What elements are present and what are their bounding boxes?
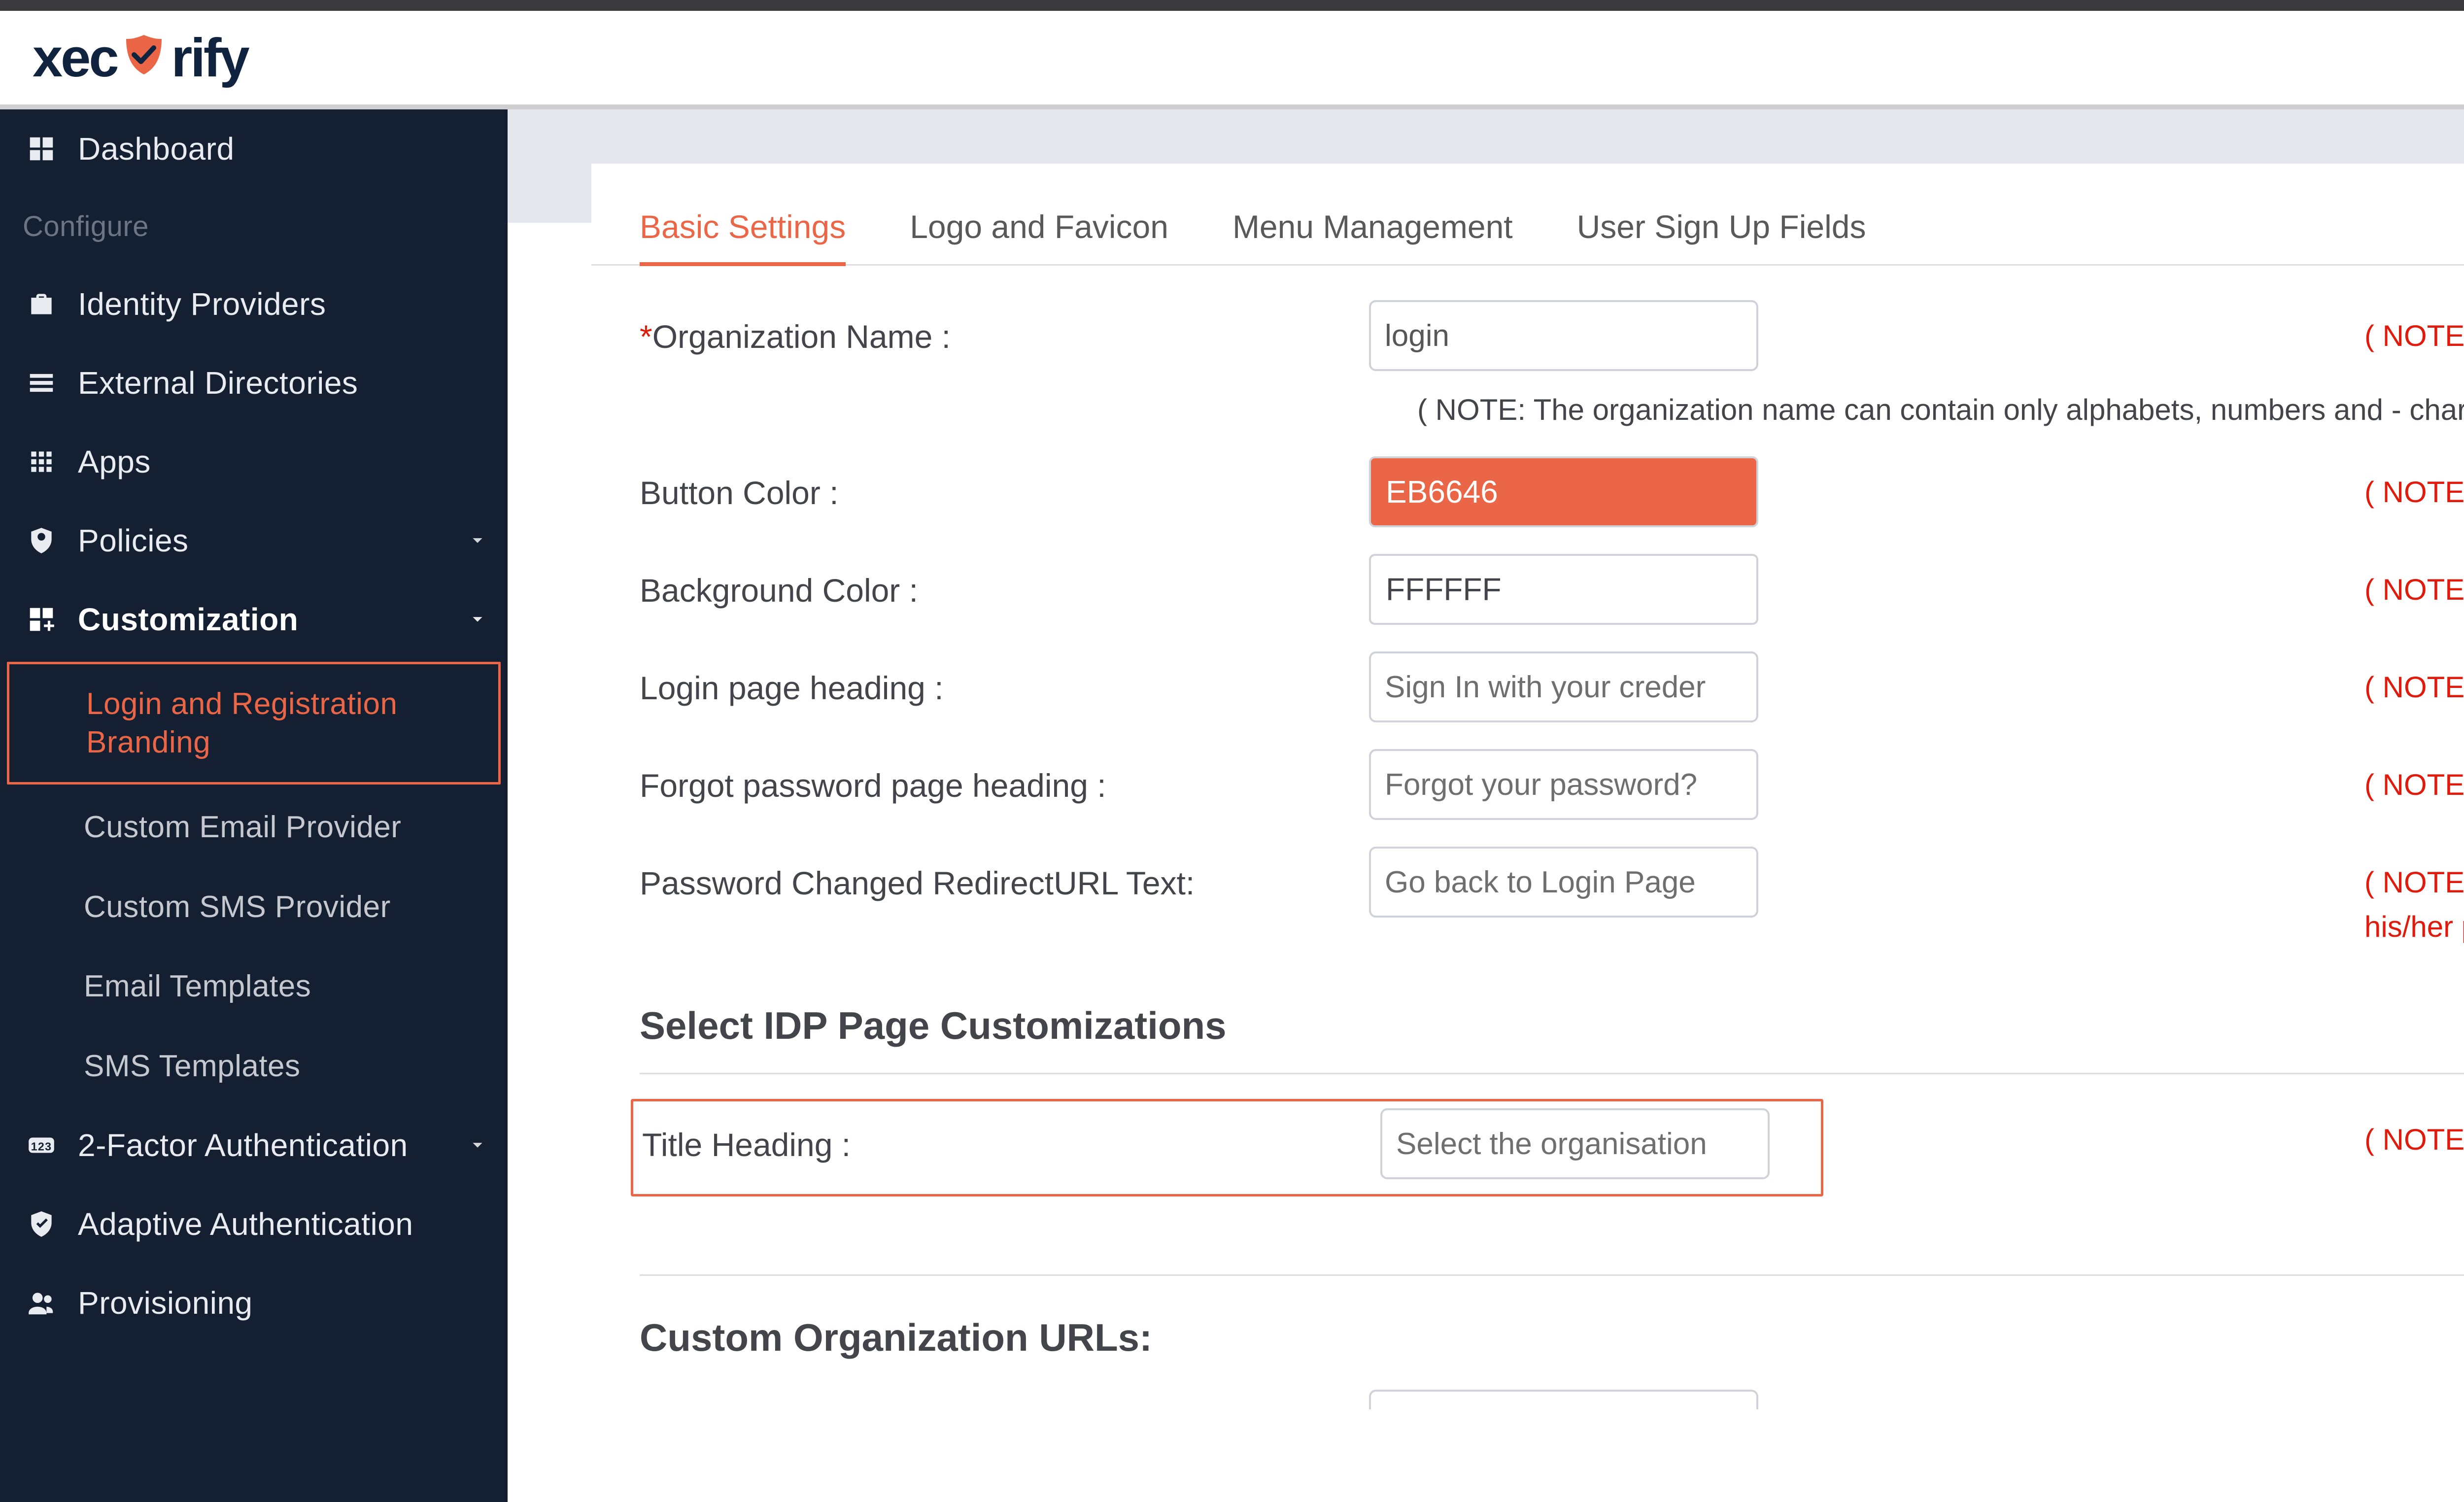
field-note: ( NOTE: On clicking this text, the user … <box>1758 847 2464 949</box>
sidebar-item-dashboard[interactable]: Dashboard <box>0 109 508 188</box>
sidebar-item-label: SMS Templates <box>84 1049 301 1083</box>
section-idp-title: Select IDP Page Customizations <box>591 949 2464 1073</box>
users-icon <box>23 1284 60 1322</box>
field-label: Button Color : <box>640 475 839 511</box>
main-panel: Basic Settings Logo and Favicon Menu Man… <box>508 109 2464 1502</box>
field-note: ( NOTE: All your custom urls will be bas… <box>1758 300 2464 358</box>
sidebar-item-label: Policies <box>78 522 448 559</box>
sidebar-item-label: Apps <box>78 444 489 480</box>
title-heading-input[interactable] <box>1380 1108 1770 1179</box>
field-note: ( NOTE: This text will appear on top of … <box>1758 749 2464 807</box>
tabs: Basic Settings Logo and Favicon Menu Man… <box>591 178 2464 266</box>
sidebar-item-provisioning[interactable]: Provisioning <box>0 1263 508 1342</box>
sidebar-item-label: Adaptive Authentication <box>78 1206 489 1242</box>
shield-outline-icon <box>23 522 60 559</box>
color-value: EB6646 <box>1386 474 1498 510</box>
sidebar-customization-sublist: Login and Registration Branding Custom E… <box>0 659 508 1106</box>
content-card: Basic Settings Logo and Favicon Menu Man… <box>591 164 2464 1502</box>
row-login-heading: Login page heading : ( NOTE: This text w… <box>640 651 2464 749</box>
sidebar-item-label: Customization <box>78 601 448 638</box>
pwd-redirect-input[interactable] <box>1369 847 1758 918</box>
row-title-heading: Title Heading : <box>631 1099 1823 1196</box>
row-background-color: Background Color : FFFFFF ( NOTE: Define… <box>640 554 2464 651</box>
shield-icon <box>120 29 168 91</box>
two-factor-icon: 123 <box>23 1126 60 1164</box>
sidebar-item-policies[interactable]: Policies <box>0 501 508 580</box>
field-note: ( NOTE: This text will appear on top of … <box>1758 651 2464 710</box>
tab-user-signup[interactable]: User Sign Up Fields <box>1577 208 1866 266</box>
sidebar-item-label: Dashboard <box>78 131 489 167</box>
sidebar-item-2fa[interactable]: 123 2-Factor Authentication <box>0 1106 508 1185</box>
sidebar: Dashboard Configure Identity Providers E… <box>0 109 508 1502</box>
sidebar-sub-sms-templates[interactable]: SMS Templates <box>0 1026 508 1106</box>
tab-label: User Sign Up Fields <box>1577 208 1866 245</box>
section-org-urls-title: Custom Organization URLs: <box>591 1276 2464 1385</box>
field-label: Background Color : <box>640 572 918 609</box>
app-header: xec rify <box>0 11 2464 109</box>
sidebar-item-label: Custom Email Provider <box>84 810 401 844</box>
row-org-name: *Organization Name : ( NOTE: All your cu… <box>640 300 2464 398</box>
row-forgot-heading: Forgot password page heading : ( NOTE: T… <box>640 749 2464 847</box>
sidebar-sub-email-templates[interactable]: Email Templates <box>0 947 508 1026</box>
dashboard-icon <box>23 130 60 168</box>
org-name-subnote: ( NOTE: The organization name can contai… <box>640 393 2464 427</box>
field-note: ( NOTE: Define a color that will be appl… <box>1758 554 2464 612</box>
sidebar-item-label: Custom SMS Provider <box>84 890 391 924</box>
tab-label: Menu Management <box>1232 208 1513 245</box>
button-color-swatch[interactable]: EB6646 <box>1369 456 1758 527</box>
sidebar-item-adaptive-auth[interactable]: Adaptive Authentication <box>0 1185 508 1263</box>
row-button-color: Button Color : EB6646 ( NOTE: Define a c… <box>640 456 2464 554</box>
field-note: ( NOTE: This is the welcome text that th… <box>1758 1104 2464 1162</box>
login-heading-input[interactable] <box>1369 651 1758 722</box>
briefcase-icon <box>23 285 60 323</box>
brand-logo[interactable]: xec rify <box>33 27 248 89</box>
apps-icon <box>23 443 60 480</box>
grid-plus-icon <box>23 601 60 638</box>
chevron-down-icon <box>466 1127 489 1163</box>
brand-text-part1: xec <box>33 27 117 89</box>
sidebar-item-label: Identity Providers <box>78 286 489 322</box>
sidebar-item-customization[interactable]: Customization <box>0 580 508 659</box>
tab-menu-management[interactable]: Menu Management <box>1232 208 1513 266</box>
sidebar-item-label: Provisioning <box>78 1285 489 1321</box>
tab-label: Logo and Favicon <box>910 208 1168 245</box>
sidebar-sub-login-branding[interactable]: Login and Registration Branding <box>7 662 501 785</box>
sidebar-sub-custom-email[interactable]: Custom Email Provider <box>0 787 508 867</box>
sidebar-item-label: External Directories <box>78 365 489 401</box>
tab-logo-favicon[interactable]: Logo and Favicon <box>910 208 1168 266</box>
sidebar-item-label: Email Templates <box>84 969 311 1003</box>
forgot-heading-input[interactable] <box>1369 749 1758 820</box>
sidebar-item-label: Login and Registration Branding <box>86 687 397 759</box>
field-label: Login page heading : <box>640 670 944 706</box>
sidebar-item-identity-providers[interactable]: Identity Providers <box>0 265 508 343</box>
sidebar-sub-custom-sms[interactable]: Custom SMS Provider <box>0 867 508 947</box>
org-name-input[interactable] <box>1369 300 1758 371</box>
partial-input-top <box>1369 1390 1758 1409</box>
required-asterisk: * <box>640 318 652 355</box>
field-note: ( NOTE: Define a color that will be appl… <box>1758 456 2464 514</box>
sidebar-group-label: Configure <box>0 188 508 265</box>
shield-check-icon <box>23 1205 60 1243</box>
color-value: FFFFFF <box>1386 571 1502 608</box>
chevron-down-icon <box>466 522 489 559</box>
background-color-swatch[interactable]: FFFFFF <box>1369 554 1758 625</box>
list-icon <box>23 364 60 402</box>
tab-basic-settings[interactable]: Basic Settings <box>640 208 846 266</box>
tab-label: Basic Settings <box>640 208 846 245</box>
topbar-black <box>0 0 2464 11</box>
sidebar-item-external-directories[interactable]: External Directories <box>0 343 508 422</box>
basic-settings-form: *Organization Name : ( NOTE: All your cu… <box>591 266 2464 949</box>
chevron-down-icon <box>466 601 489 638</box>
svg-text:123: 123 <box>31 1140 52 1153</box>
sidebar-item-apps[interactable]: Apps <box>0 422 508 501</box>
field-label: Organization Name : <box>652 318 951 355</box>
field-label: Forgot password page heading : <box>640 767 1106 804</box>
brand-text-part2: rify <box>171 27 248 89</box>
row-pwd-redirect: Password Changed RedirectURL Text: ( NOT… <box>640 847 2464 949</box>
field-label: Password Changed RedirectURL Text: <box>640 865 1195 901</box>
field-label: Title Heading : <box>642 1126 851 1163</box>
sidebar-item-label: 2-Factor Authentication <box>78 1127 448 1163</box>
